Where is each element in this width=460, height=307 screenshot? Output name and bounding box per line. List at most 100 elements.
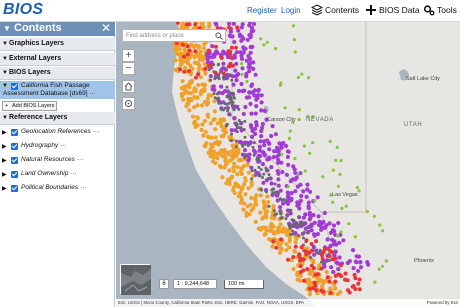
map-point-green[interactable]	[335, 145, 339, 149]
layer-item-fish-passage[interactable]: ▼ California Fish Passage Assessment Dat…	[0, 81, 115, 99]
map-point-green[interactable]	[293, 50, 297, 54]
layer-item-political-boundaries[interactable]: ▶ Political Boundaries ···	[0, 182, 115, 195]
map-point-green[interactable]	[291, 24, 296, 28]
map-point-red[interactable]	[350, 284, 355, 289]
map-point-green[interactable]	[357, 189, 361, 193]
map-point-orange[interactable]	[246, 186, 251, 191]
layer-item-natural-resources[interactable]: ▶ Natural Resources ···	[0, 154, 115, 167]
map-point-red[interactable]	[356, 281, 361, 286]
map-point-orange[interactable]	[279, 247, 284, 252]
map-point-orange[interactable]	[236, 147, 241, 152]
map-point-gray[interactable]	[285, 213, 289, 217]
map-point-purple[interactable]	[251, 148, 257, 153]
map-point-gray[interactable]	[260, 188, 263, 192]
map-point-gray[interactable]	[250, 169, 254, 173]
map-point-gray[interactable]	[257, 173, 261, 177]
map-point-red[interactable]	[184, 22, 189, 27]
map-point-purple[interactable]	[241, 36, 246, 41]
map-point-purple[interactable]	[248, 60, 253, 65]
map-point-green[interactable]	[331, 168, 335, 172]
more-icon[interactable]: ···	[77, 156, 84, 163]
map-point-green[interactable]	[336, 184, 340, 188]
map-point-purple[interactable]	[297, 206, 302, 211]
map-point-purple[interactable]	[246, 158, 251, 163]
map-point-gray[interactable]	[235, 130, 239, 134]
layer-visibility-checkbox[interactable]	[11, 83, 18, 90]
layer-item-land-ownership[interactable]: ▶ Land Ownership ···	[0, 168, 115, 181]
map-point-purple[interactable]	[239, 81, 244, 87]
map-point-purple[interactable]	[322, 210, 327, 216]
map-point-orange[interactable]	[253, 202, 258, 207]
map-point-orange[interactable]	[243, 192, 248, 197]
map-point-orange[interactable]	[201, 133, 206, 138]
basemap-toggle[interactable]	[120, 264, 151, 295]
map-point-red[interactable]	[196, 72, 201, 77]
map-point-purple[interactable]	[247, 69, 252, 74]
map-point-purple[interactable]	[261, 180, 266, 185]
close-icon[interactable]: ✕	[101, 21, 111, 35]
map-point-orange[interactable]	[262, 232, 267, 237]
map-point-orange[interactable]	[258, 210, 263, 215]
map-point-purple[interactable]	[275, 145, 280, 150]
map-point-purple[interactable]	[356, 254, 361, 259]
map-point-green[interactable]	[313, 199, 317, 203]
map-point-red[interactable]	[309, 242, 314, 246]
map-point-orange[interactable]	[226, 150, 231, 155]
map-point-green[interactable]	[259, 37, 263, 41]
map-point-purple[interactable]	[341, 238, 346, 243]
map-point-gray[interactable]	[268, 177, 272, 181]
map-point-red[interactable]	[228, 62, 233, 67]
map-point-red[interactable]	[314, 288, 319, 293]
map-point-purple[interactable]	[312, 252, 317, 257]
map-point-orange[interactable]	[231, 155, 236, 160]
map-point-purple[interactable]	[259, 108, 264, 113]
map-point-red[interactable]	[298, 264, 303, 269]
reference-layers-group[interactable]: ▼ Reference Layers	[0, 112, 115, 125]
map-point-gray[interactable]	[301, 224, 304, 228]
map-point-purple[interactable]	[347, 259, 352, 264]
map-point-orange[interactable]	[227, 168, 232, 173]
map-point-orange[interactable]	[203, 129, 208, 135]
map-point-purple[interactable]	[214, 51, 219, 56]
layer-visibility-checkbox[interactable]	[11, 157, 18, 164]
map-point-gray[interactable]	[239, 121, 243, 125]
map-point-green[interactable]	[355, 185, 359, 190]
map-point-green[interactable]	[288, 129, 292, 133]
map-point-green[interactable]	[378, 223, 382, 227]
map-point-gray[interactable]	[318, 248, 322, 252]
map-point-gray[interactable]	[229, 97, 233, 101]
map-point-purple[interactable]	[301, 189, 306, 194]
map-point-purple[interactable]	[259, 128, 264, 134]
map-point-green[interactable]	[245, 79, 249, 84]
map-point-red[interactable]	[235, 25, 240, 30]
map-point-gray[interactable]	[253, 168, 257, 172]
map-point-purple[interactable]	[253, 111, 258, 116]
map-point-orange[interactable]	[249, 208, 254, 213]
map-point-orange[interactable]	[239, 166, 244, 171]
more-icon[interactable]: ···	[80, 184, 87, 191]
map-point-red[interactable]	[185, 52, 190, 57]
map-point-red[interactable]	[185, 44, 190, 49]
map-point-red[interactable]	[325, 275, 330, 280]
map-point-red[interactable]	[313, 272, 318, 277]
map-point-purple[interactable]	[337, 255, 342, 260]
map-point-orange[interactable]	[236, 194, 241, 199]
map-point-green[interactable]	[307, 76, 311, 80]
map-point-orange[interactable]	[185, 83, 190, 88]
map-point-red[interactable]	[286, 257, 290, 262]
map-point-orange[interactable]	[203, 71, 208, 76]
map-point-orange[interactable]	[195, 103, 200, 108]
map-point-red[interactable]	[193, 49, 198, 54]
map-point-orange[interactable]	[189, 91, 194, 96]
map-point-purple[interactable]	[331, 269, 336, 275]
map-point-purple[interactable]	[221, 51, 226, 56]
map-point-gray[interactable]	[235, 126, 239, 130]
map-point-purple[interactable]	[319, 225, 324, 230]
map-point-orange[interactable]	[208, 121, 213, 126]
map-point-gray[interactable]	[291, 229, 294, 233]
map-point-red[interactable]	[181, 54, 186, 59]
map-point-red[interactable]	[301, 257, 306, 262]
map-point-orange[interactable]	[265, 194, 270, 199]
map-point-gray[interactable]	[235, 121, 238, 125]
map-point-red[interactable]	[187, 48, 192, 53]
